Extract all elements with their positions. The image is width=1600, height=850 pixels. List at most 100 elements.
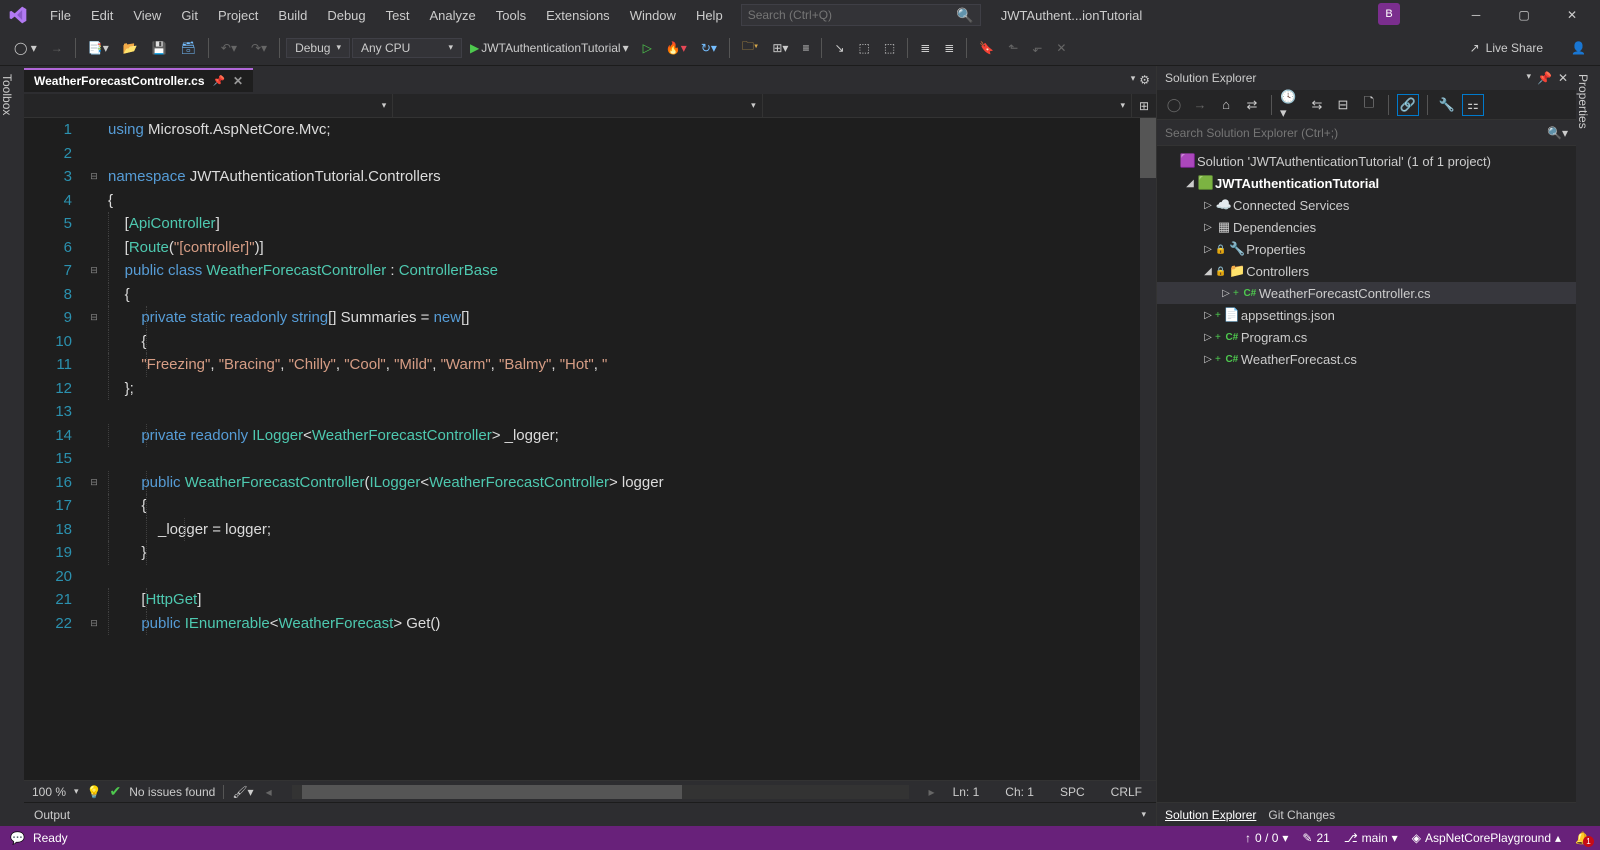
- start-without-debug-button[interactable]: ▷: [637, 38, 658, 58]
- feedback-button[interactable]: 👤: [1565, 38, 1592, 58]
- notifications-button[interactable]: 🔔: [1575, 831, 1590, 845]
- status-repo[interactable]: ◈AspNetCorePlayground ▴: [1412, 831, 1561, 845]
- indent-button[interactable]: ≣: [914, 38, 936, 58]
- menu-debug[interactable]: Debug: [317, 4, 375, 27]
- status-changes[interactable]: ✎21: [1302, 831, 1329, 845]
- restart-button[interactable]: ↻▾: [695, 38, 723, 58]
- menu-test[interactable]: Test: [376, 4, 420, 27]
- sol-filter-button[interactable]: ⚏: [1462, 94, 1484, 116]
- tab-git-changes[interactable]: Git Changes: [1268, 808, 1335, 822]
- output-panel-header[interactable]: Output ▾: [24, 802, 1156, 826]
- start-button[interactable]: ▶ JWTAuthenticationTutorial ▾: [464, 38, 635, 58]
- menu-project[interactable]: Project: [208, 4, 268, 27]
- indent-mode[interactable]: SPC: [1054, 785, 1091, 799]
- solution-search[interactable]: 🔍▾: [1157, 120, 1576, 146]
- step-into-button[interactable]: ↘: [828, 38, 850, 58]
- next-bookmark-button[interactable]: ⬐: [1026, 38, 1048, 58]
- zoom-level[interactable]: 100 %: [32, 785, 66, 799]
- browser-button[interactable]: 🗀▾: [736, 34, 764, 61]
- uncomment-button[interactable]: ⬚: [878, 38, 901, 58]
- menu-extensions[interactable]: Extensions: [536, 4, 620, 27]
- sol-preview-button[interactable]: 🔗: [1397, 94, 1419, 116]
- fold-column[interactable]: ⊟⊟⊟⊟⊟: [84, 118, 104, 780]
- horizontal-scrollbar[interactable]: [292, 785, 909, 799]
- solution-tree[interactable]: 🟪Solution 'JWTAuthenticationTutorial' (1…: [1157, 146, 1576, 802]
- lightbulb-icon[interactable]: 💡: [87, 785, 102, 799]
- prev-bookmark-button[interactable]: ⬑: [1002, 38, 1024, 58]
- clear-bookmarks-button[interactable]: ✕: [1050, 38, 1072, 58]
- scroll-right-icon[interactable]: ▸: [929, 785, 935, 799]
- tree-row[interactable]: ▷▦Dependencies: [1157, 216, 1576, 238]
- forward-button[interactable]: →: [45, 38, 69, 58]
- pin-icon[interactable]: 📌: [213, 76, 225, 87]
- close-button[interactable]: ✕: [1560, 3, 1584, 27]
- quick-search-input[interactable]: [748, 8, 957, 22]
- menu-view[interactable]: View: [123, 4, 171, 27]
- menu-tools[interactable]: Tools: [486, 4, 536, 27]
- sol-home-button[interactable]: ⌂: [1215, 94, 1237, 116]
- sol-sync-button[interactable]: ⇆: [1306, 94, 1328, 116]
- tree-row[interactable]: ▷🔒🔧Properties: [1157, 238, 1576, 260]
- nav-class-dropdown[interactable]: ▾: [393, 94, 762, 117]
- nav-project-dropdown[interactable]: ▾: [24, 94, 393, 117]
- save-all-button[interactable]: 🗃: [175, 38, 202, 58]
- brush-icon[interactable]: 🖌▾: [232, 785, 253, 799]
- split-icon[interactable]: ⊞: [1132, 94, 1156, 117]
- sol-switch-views-button[interactable]: ⇄: [1241, 94, 1263, 116]
- eol-mode[interactable]: CRLF: [1105, 785, 1148, 799]
- tab-close-icon[interactable]: ✕: [233, 74, 243, 88]
- solution-search-input[interactable]: [1165, 126, 1547, 140]
- cursor-line[interactable]: Ln: 1: [947, 785, 986, 799]
- menu-analyze[interactable]: Analyze: [419, 4, 485, 27]
- scrollbar-thumb[interactable]: [1140, 118, 1156, 178]
- cursor-char[interactable]: Ch: 1: [999, 785, 1040, 799]
- menu-git[interactable]: Git: [171, 4, 208, 27]
- platform-dropdown[interactable]: Any CPU ▾: [352, 38, 462, 58]
- scroll-left-icon[interactable]: ◂: [266, 785, 272, 799]
- back-button[interactable]: ◯ ▾: [8, 38, 43, 58]
- toolbox-tab[interactable]: Toolbox: [0, 66, 24, 826]
- issues-label[interactable]: No issues found: [129, 785, 215, 799]
- tree-row[interactable]: 🟪Solution 'JWTAuthenticationTutorial' (1…: [1157, 150, 1576, 172]
- pin-panel-icon[interactable]: 📌: [1537, 71, 1552, 85]
- bookmark-button[interactable]: 🔖: [973, 38, 1000, 58]
- minimize-button[interactable]: ─: [1464, 3, 1488, 27]
- tree-row[interactable]: ▷+📄appsettings.json: [1157, 304, 1576, 326]
- menu-edit[interactable]: Edit: [81, 4, 123, 27]
- sol-show-all-button[interactable]: 🗋: [1358, 94, 1380, 116]
- tree-row[interactable]: ▷+C#Program.cs: [1157, 326, 1576, 348]
- h-scrollbar-thumb[interactable]: [302, 785, 682, 799]
- open-button[interactable]: 📂: [117, 38, 144, 58]
- user-avatar[interactable]: B: [1378, 3, 1400, 25]
- status-branch[interactable]: ⎇main ▾: [1344, 831, 1398, 845]
- menu-help[interactable]: Help: [686, 4, 733, 27]
- close-panel-icon[interactable]: ✕: [1558, 71, 1568, 85]
- solution-explorer-header[interactable]: Solution Explorer ▾ 📌 ✕: [1157, 66, 1576, 90]
- properties-tab[interactable]: Properties: [1576, 66, 1600, 826]
- panel-dropdown-icon[interactable]: ▾: [1526, 71, 1531, 85]
- undo-button[interactable]: ↶▾: [215, 38, 243, 58]
- menu-build[interactable]: Build: [268, 4, 317, 27]
- vertical-scrollbar[interactable]: [1140, 118, 1156, 780]
- sol-forward-button[interactable]: →: [1189, 94, 1211, 116]
- hot-reload-button[interactable]: 🔥▾: [660, 38, 693, 58]
- maximize-button[interactable]: ▢: [1512, 3, 1536, 27]
- redo-button[interactable]: ↷▾: [245, 38, 273, 58]
- quick-search[interactable]: 🔍: [741, 4, 981, 26]
- tab-settings-icon[interactable]: ⚙: [1139, 73, 1150, 87]
- chat-icon[interactable]: 💬: [10, 831, 25, 845]
- tab-solution-explorer[interactable]: Solution Explorer: [1165, 808, 1256, 822]
- sol-back-button[interactable]: ◯: [1163, 94, 1185, 116]
- config-dropdown[interactable]: Debug ▾: [286, 38, 350, 58]
- code-editor[interactable]: 12345678910111213141516171819202122 ⊟⊟⊟⊟…: [24, 118, 1156, 780]
- outdent-button[interactable]: ≣: [938, 38, 960, 58]
- save-button[interactable]: 💾: [146, 38, 173, 58]
- sol-properties-button[interactable]: 🔧: [1436, 94, 1458, 116]
- status-errors[interactable]: ↑0 / 0 ▾: [1245, 831, 1288, 845]
- tree-row[interactable]: ◢🔒📁Controllers: [1157, 260, 1576, 282]
- align-button[interactable]: ≡: [796, 38, 815, 58]
- code-content[interactable]: using Microsoft.AspNetCore.Mvc;namespace…: [104, 118, 1156, 780]
- menu-window[interactable]: Window: [620, 4, 686, 27]
- tabs-dropdown-icon[interactable]: ▾: [1131, 73, 1136, 87]
- sol-refresh-button[interactable]: 🕓▾: [1280, 94, 1302, 116]
